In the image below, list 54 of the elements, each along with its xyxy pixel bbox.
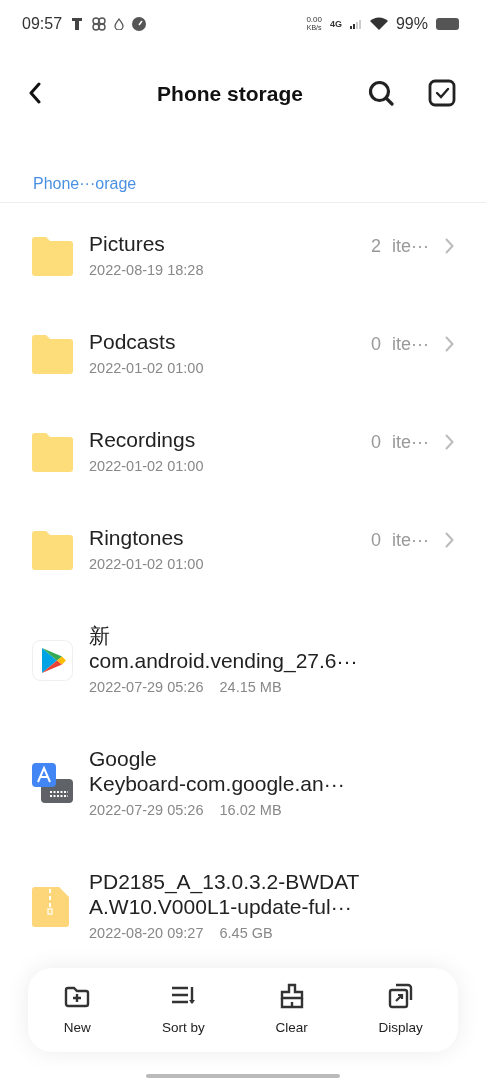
keyboard-icon [32, 763, 73, 805]
item-count: 0 ite··· [371, 528, 429, 552]
folder-icon [32, 333, 73, 375]
search-icon[interactable] [368, 80, 394, 107]
gauge-icon [132, 17, 147, 32]
file-size: 24.15 MB [219, 677, 282, 697]
page-title: Phone storage [156, 80, 304, 107]
modified-date: 2022-01-02 01:00 [89, 554, 204, 574]
network-type: 4G [329, 17, 342, 31]
modified-date: 2022-08-19 18:28 [89, 260, 204, 280]
clear-button[interactable]: Clear [267, 977, 316, 1043]
drop-icon [114, 18, 125, 31]
folder-name[interactable]: Pictures [89, 230, 371, 256]
folder-name[interactable]: Podcasts [89, 328, 371, 354]
play-icon [32, 640, 73, 682]
file-name[interactable]: PD2185_A_13.0.3.2-BWDAT [89, 868, 454, 894]
file-name[interactable]: 新 [89, 622, 454, 648]
file-size: 16.02 MB [219, 800, 282, 820]
item-count: 0 ite··· [371, 430, 429, 454]
sort-button[interactable]: Sort by [154, 977, 213, 1043]
wifi-icon [369, 17, 388, 32]
folder-icon [32, 529, 73, 571]
modified-date: 2022-01-02 01:00 [89, 358, 204, 378]
modified-date: 2022-07-29 05:26 [89, 677, 204, 697]
modified-date: 2022-01-02 01:00 [89, 456, 204, 476]
file-size: 6.45 GB [219, 923, 273, 943]
chevron-right-icon [445, 532, 454, 549]
folder-name[interactable]: Recordings [89, 426, 371, 452]
chevron-right-icon [445, 336, 454, 353]
notification-icon [70, 16, 85, 33]
chevron-right-icon [445, 434, 454, 451]
file-name[interactable]: Keyboard-com.google.an··· [89, 770, 454, 796]
modified-date: 2022-07-29 05:26 [89, 800, 204, 820]
item-count: 0 ite··· [371, 332, 429, 356]
item-count: 2 ite··· [371, 234, 429, 258]
clock-text: 09:57 [22, 14, 63, 35]
battery-text: 99% [395, 14, 428, 35]
battery-icon [436, 18, 460, 31]
zip-file-icon [32, 886, 69, 927]
new-button[interactable]: New [55, 977, 100, 1043]
file-name[interactable]: Google [89, 745, 454, 771]
chevron-right-icon [445, 238, 454, 255]
file-name[interactable]: com.android.vending_27.6··· [89, 647, 454, 673]
back-icon[interactable] [28, 82, 42, 105]
folder-icon [32, 235, 73, 277]
window-icon [386, 981, 415, 1010]
folder-icon [32, 431, 73, 473]
folder-name[interactable]: Ringtones [89, 524, 371, 550]
signal-icon [349, 19, 362, 30]
checkbox-icon[interactable] [428, 79, 456, 108]
speed-value: 0.00 [306, 16, 322, 25]
modified-date: 2022-08-20 09:27 [89, 923, 204, 943]
display-button[interactable]: Display [370, 977, 431, 1043]
file-name[interactable]: A.W10.V000L1-update-ful··· [89, 893, 454, 919]
